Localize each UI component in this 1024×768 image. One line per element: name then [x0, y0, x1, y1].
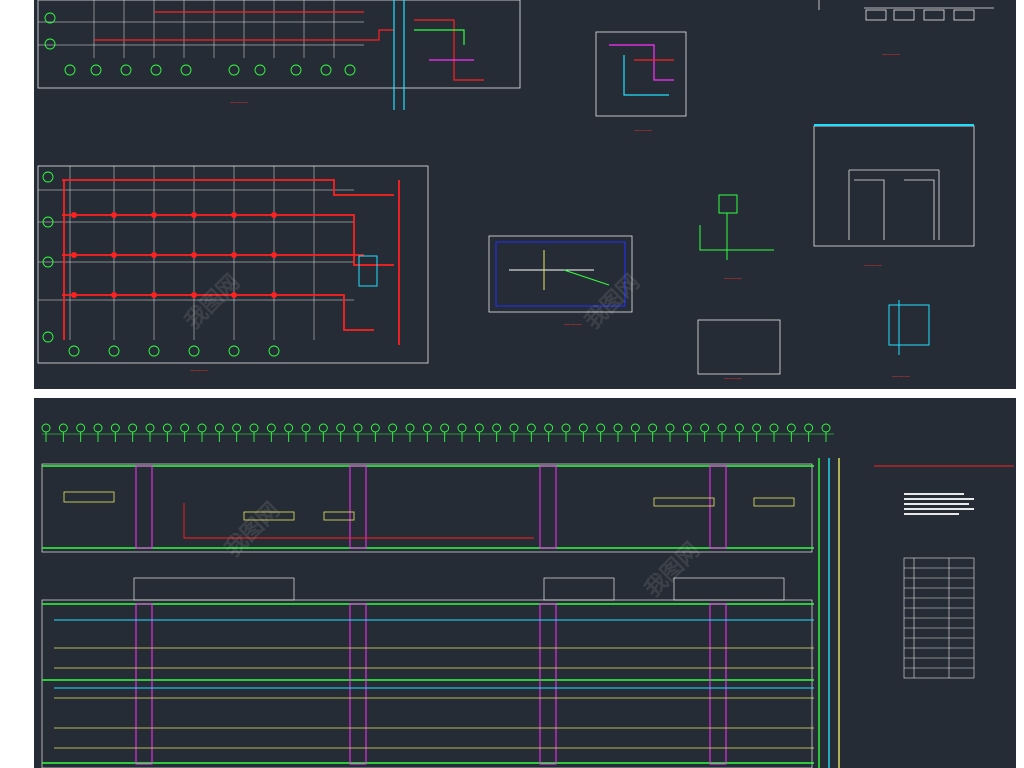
install-detail-1 — [699, 194, 774, 260]
axis-bubble — [232, 423, 242, 433]
axis-bubble — [752, 423, 762, 433]
axis-bubble — [353, 423, 363, 433]
axis-bubble — [284, 423, 294, 433]
upper-bay-magenta-columns — [135, 465, 727, 549]
axis-bubble — [700, 423, 710, 433]
axis-bubble — [110, 423, 120, 433]
lower-bay-frame — [41, 599, 813, 768]
axis-bubble — [648, 423, 658, 433]
install-detail-2-frame — [697, 319, 781, 375]
axis-bubble — [76, 423, 86, 433]
watermark-bottom: 我图网 — [221, 498, 285, 562]
axis-bubble — [544, 423, 554, 433]
plan-1-title: ——— — [230, 99, 248, 106]
axis-bubble — [578, 423, 588, 433]
panel-box — [358, 255, 378, 287]
plan-1-wiring — [94, 0, 484, 110]
top-sheet-drawing: ——— ——— ——— ——— ——— ——— ——— ——— ——— 我图网 … — [37, 0, 994, 382]
lower-bay-cyan-wiring — [54, 619, 814, 689]
axis-bubble — [128, 423, 138, 433]
door-detail — [813, 125, 975, 247]
axis-bubble — [821, 423, 831, 433]
axis-bubble — [301, 423, 311, 433]
plan-1-grid — [38, 0, 364, 58]
axis-bubble — [561, 423, 571, 433]
axis-bubble — [804, 423, 814, 433]
plan-2-axis-bubbles — [42, 171, 280, 357]
axis-bubble — [665, 423, 675, 433]
axis-bubble — [717, 423, 727, 433]
axis-bubble — [214, 423, 224, 433]
plan-1-frame — [37, 0, 521, 89]
axis-bubble — [492, 423, 502, 433]
door-detail-title: ——— — [864, 262, 882, 269]
axis-bubble — [526, 423, 536, 433]
axis-bubble — [58, 423, 68, 433]
broadcast-wiring — [509, 250, 610, 290]
broadcast-title: ——— — [564, 321, 582, 328]
axis-bubble — [145, 423, 155, 433]
watermark-top-2: 我图网 — [181, 270, 245, 334]
bottom-sheet-drawing: 我图网 我图网 — [41, 423, 1014, 768]
install-detail-2-title: ——— — [724, 375, 742, 382]
upper-bay-equipment — [63, 491, 795, 521]
notes-block — [904, 493, 974, 515]
axis-bubble — [474, 423, 484, 433]
axis-bubble — [422, 423, 432, 433]
axis-bubble — [318, 423, 328, 433]
axis-bubble — [336, 423, 346, 433]
axis-bubble — [405, 423, 415, 433]
axis-bubble — [197, 423, 207, 433]
system-diagram-top-right — [818, 0, 994, 21]
axis-bubble — [41, 423, 51, 433]
install-detail-1-title: ——— — [724, 275, 742, 282]
drawing-sheet-top: ——— ——— ——— ——— ——— ——— ——— ——— ——— 我图网 … — [34, 0, 1016, 389]
axis-bubble-row — [41, 423, 831, 442]
axis-bubble — [509, 423, 519, 433]
axis-bubble — [630, 423, 640, 433]
drawing-sheet-bottom: 我图网 我图网 — [34, 398, 1016, 768]
small-detail-title: ——— — [892, 373, 910, 380]
lower-bay-magenta-columns — [135, 603, 727, 765]
plan-2-wiring — [62, 179, 400, 345]
lower-bay-wiring — [54, 647, 814, 749]
upper-bay-frame — [41, 463, 813, 553]
plan-1-axis-bubbles — [44, 12, 356, 76]
system-diagram-title: ——— — [882, 51, 900, 58]
axis-bubble — [266, 423, 276, 433]
axis-bubble — [457, 423, 467, 433]
watermark-top: 我图网 — [581, 270, 645, 334]
small-detail — [888, 300, 930, 355]
axis-bubble — [682, 423, 692, 433]
plan-2-title: ——— — [190, 367, 208, 374]
axis-bubble — [93, 423, 103, 433]
axis-bubble — [180, 423, 190, 433]
middle-strip — [133, 577, 785, 601]
axis-bubble — [769, 423, 779, 433]
right-risers — [818, 458, 840, 768]
riser-diagram-wiring — [609, 44, 674, 96]
axis-bubble — [786, 423, 796, 433]
axis-bubble — [734, 423, 744, 433]
axis-bubble — [162, 423, 172, 433]
axis-bubble — [249, 423, 259, 433]
axis-bubble — [388, 423, 398, 433]
riser-diagram-title: ——— — [634, 127, 652, 134]
legend-table — [903, 557, 975, 679]
axis-bubble — [596, 423, 606, 433]
axis-bubble — [440, 423, 450, 433]
axis-bubble — [370, 423, 380, 433]
axis-bubble — [613, 423, 623, 433]
